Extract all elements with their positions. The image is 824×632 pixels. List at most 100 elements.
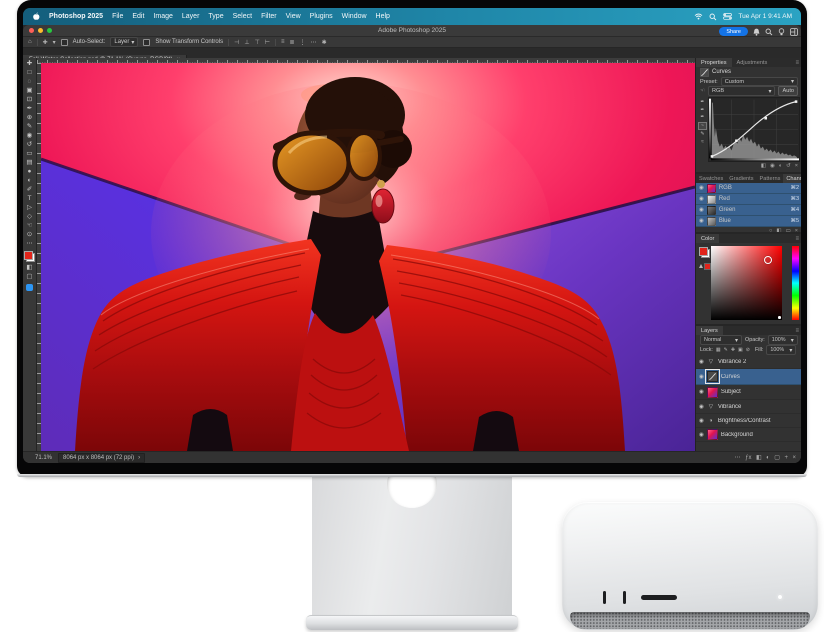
path-selection-tool-icon[interactable]: ▷ (24, 204, 35, 212)
visibility-eye-icon[interactable]: ◉ (699, 432, 704, 438)
menu-filter[interactable]: Filter (261, 13, 277, 20)
share-button[interactable]: Share (719, 27, 748, 36)
distribute-horizontal-icon[interactable]: ≡ (281, 39, 285, 45)
brush-tool-icon[interactable]: ✎ (24, 123, 35, 131)
visibility-eye-icon[interactable]: ◉ (699, 418, 704, 424)
type-tool-icon[interactable]: T (24, 195, 35, 203)
lock-transparency-icon[interactable]: ▦ (716, 347, 721, 353)
photoshop-badge-icon[interactable] (26, 284, 33, 291)
visibility-eye-icon[interactable]: ◉ (699, 196, 704, 202)
menu-layer[interactable]: Layer (182, 13, 200, 20)
visibility-eye-icon[interactable]: ◉ (699, 218, 704, 224)
distribute-vertical-icon[interactable]: ≣ (290, 39, 295, 46)
panel-menu-icon[interactable]: ≡ (795, 326, 801, 335)
move-tool-icon[interactable]: ✚ (24, 60, 35, 68)
tab-layers[interactable]: Layers (696, 326, 723, 335)
visibility-eye-icon[interactable]: ◉ (699, 404, 704, 410)
lock-all-icon[interactable]: ⊘ (746, 347, 750, 353)
opacity-dropdown[interactable]: 100% ▾ (768, 335, 798, 345)
menu-file[interactable]: File (112, 13, 123, 20)
edit-points-icon[interactable]: ~ (698, 122, 707, 130)
hand-tool-icon[interactable]: ☜ (24, 222, 35, 230)
delete-adjustment-icon[interactable]: × (795, 163, 798, 169)
align-bottom-icon[interactable]: ⊥ (244, 39, 249, 46)
home-icon[interactable]: ⌂ (28, 39, 32, 45)
tab-properties[interactable]: Properties (696, 58, 732, 67)
workspace-switcher-icon[interactable] (790, 28, 798, 36)
link-layers-icon[interactable]: ⋯ (735, 454, 741, 461)
lasso-tool-icon[interactable]: ◌ (24, 78, 35, 86)
new-group-icon[interactable]: ▢ (774, 454, 780, 461)
edit-toolbar-icon[interactable]: ⋯ (24, 240, 35, 248)
auto-button[interactable]: Auto (778, 86, 798, 96)
dodge-tool-icon[interactable]: ◐ (24, 177, 35, 185)
menu-image[interactable]: Image (153, 13, 172, 20)
menu-plugins[interactable]: Plugins (310, 13, 333, 20)
white-point-eyedropper-icon[interactable]: ✒ (700, 114, 704, 120)
document-info-chip[interactable]: 8064 px x 8064 px (72 ppi) › (58, 453, 145, 463)
app-search-icon[interactable] (765, 28, 773, 36)
apple-logo-icon[interactable] (32, 12, 40, 21)
align-right-icon[interactable]: ⊢ (265, 39, 270, 46)
black-point-eyedropper-icon[interactable]: ✒ (700, 99, 704, 105)
tool-preset-caret-icon[interactable]: ▾ (53, 39, 56, 46)
zoom-level[interactable]: 71.1% (35, 455, 52, 461)
layer-row-vibrance[interactable]: ◉ ▽ Vibrance (696, 400, 801, 414)
eyedropper-tool-icon[interactable]: ✒ (24, 105, 35, 113)
shape-tool-icon[interactable]: ◇ (24, 213, 35, 221)
visibility-eye-icon[interactable]: ◉ (699, 374, 704, 380)
show-transform-checkbox[interactable] (143, 39, 150, 46)
blend-mode-dropdown[interactable]: Normal ▾ (700, 335, 742, 345)
visibility-icon[interactable]: ◐ (779, 163, 782, 169)
panel-color-swatches[interactable] (699, 247, 710, 258)
screen-mode-icon[interactable]: ▢ (24, 273, 35, 281)
layer-thumbnail[interactable] (707, 429, 718, 440)
layer-row-background[interactable]: ◉ Background (696, 428, 801, 442)
layer-thumbnail[interactable] (707, 387, 718, 398)
lock-position-icon[interactable]: ✚ (731, 347, 735, 353)
blur-tool-icon[interactable]: ● (24, 168, 35, 176)
curves-layer-thumbnail[interactable] (707, 371, 718, 382)
new-adjustment-layer-icon[interactable]: ◐ (766, 455, 770, 461)
align-left-icon[interactable]: ⊣ (234, 39, 239, 46)
menu-view[interactable]: View (286, 13, 301, 20)
clip-to-layer-icon[interactable]: ◧ (761, 163, 766, 169)
gray-point-eyedropper-icon[interactable]: ✒ (700, 107, 704, 113)
align-top-icon[interactable]: ⊤ (255, 39, 260, 46)
settings-gear-icon[interactable]: ✱ (322, 39, 327, 46)
zoom-tool-icon[interactable]: ⊙ (24, 231, 35, 239)
color-picker-cursor[interactable] (764, 256, 772, 264)
more-options-icon[interactable]: ⋯ (311, 39, 317, 46)
visibility-eye-icon[interactable]: ◉ (699, 359, 704, 365)
layer-row-brightness-contrast[interactable]: ◉ ◑ Brightness/Contrast (696, 414, 801, 428)
layer-row-subject[interactable]: ◉ Subject (696, 385, 801, 400)
auto-select-checkbox[interactable] (61, 39, 68, 46)
fill-dropdown[interactable]: 100% ▾ (766, 345, 796, 355)
menu-type[interactable]: Type (208, 13, 223, 20)
panel-menu-icon[interactable]: ≡ (795, 58, 801, 67)
channel-row-blue[interactable]: ◉ Blue ⌘5 (696, 216, 801, 227)
notifications-bell-icon[interactable] (753, 28, 760, 36)
draw-curve-pencil-icon[interactable]: ✎ (700, 131, 704, 137)
menu-edit[interactable]: Edit (132, 13, 144, 20)
lock-pixels-icon[interactable]: ✎ (724, 347, 728, 353)
zoom-window-button[interactable] (47, 28, 52, 33)
object-selection-tool-icon[interactable]: ▣ (24, 87, 35, 95)
channel-row-green[interactable]: ◉ Green ⌘4 (696, 205, 801, 216)
menu-select[interactable]: Select (233, 13, 252, 20)
tab-patterns[interactable]: Patterns (757, 174, 784, 183)
preset-dropdown[interactable]: Custom ▾ (721, 77, 798, 87)
foreground-color-swatch[interactable] (24, 251, 33, 260)
healing-brush-tool-icon[interactable]: ⊕ (24, 114, 35, 122)
clone-stamp-tool-icon[interactable]: ◉ (24, 132, 35, 140)
visibility-eye-icon[interactable]: ◉ (699, 207, 704, 213)
visibility-eye-icon[interactable]: ◉ (699, 185, 704, 191)
targeted-adjustment-icon[interactable]: ☜ (700, 88, 705, 94)
curves-editor[interactable] (708, 97, 800, 162)
tab-adjustments[interactable]: Adjustments (732, 58, 773, 67)
menu-help[interactable]: Help (376, 13, 390, 20)
minimize-window-button[interactable] (38, 28, 43, 33)
tab-swatches[interactable]: Swatches (696, 174, 726, 183)
history-brush-tool-icon[interactable]: ↺ (24, 141, 35, 149)
document-canvas[interactable] (37, 58, 695, 451)
